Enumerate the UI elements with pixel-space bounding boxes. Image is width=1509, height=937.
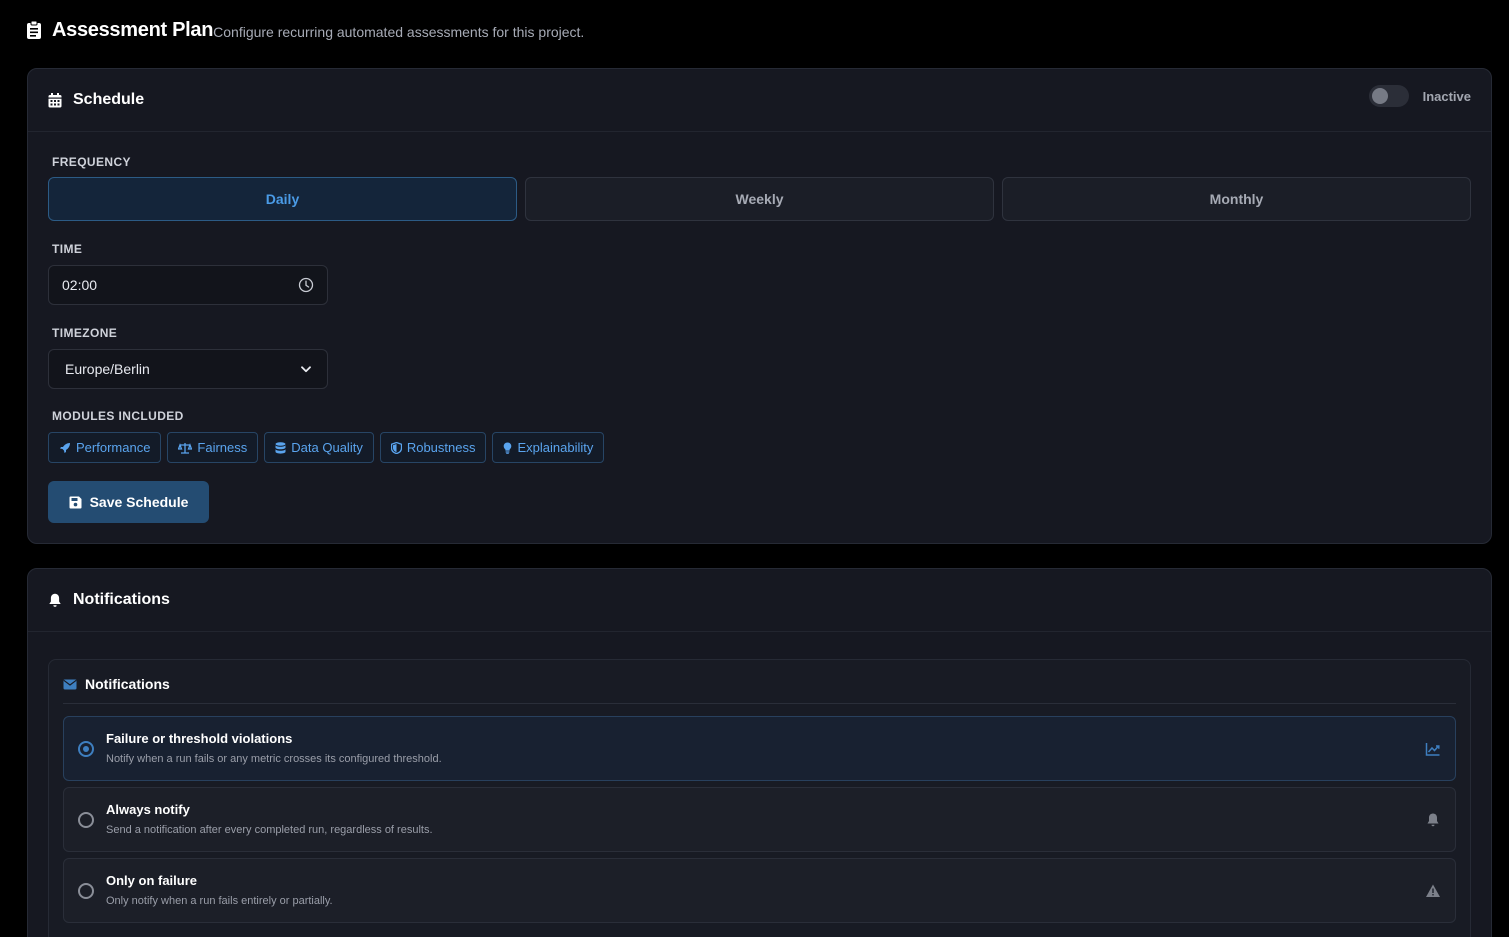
clipboard-icon [27,20,41,39]
notifications-card: Notifications Notifications Failure or t… [27,568,1492,937]
save-button-label: Save Schedule [89,494,189,510]
chart-line-icon [1425,743,1440,756]
radio-button[interactable] [78,883,94,899]
bell-icon [49,593,61,607]
module-label: Data Quality [291,440,363,455]
schedule-title: Schedule [73,91,145,108]
page-title: Assessment Plan [52,18,214,41]
timezone-value: Europe/Berlin [65,361,150,377]
modules-list: Performance Fairness Data Quality Robust… [48,432,605,463]
module-label: Performance [76,440,151,455]
time-value: 02:00 [62,277,98,293]
frequency-selector: Daily Weekly Monthly [48,177,1471,221]
shield-icon [390,441,402,454]
warning-icon [1426,884,1440,897]
module-label: Robustness [406,440,476,455]
active-toggle[interactable] [1368,85,1409,107]
timezone-label: TIMEZONE [52,326,118,340]
module-chip-data-quality[interactable]: Data Quality [264,432,374,463]
time-input[interactable]: 02:00 [48,265,328,305]
frequency-weekly-button[interactable]: Weekly [525,177,994,221]
floppy-disk-icon [69,496,82,508]
notify-option-only-failure[interactable]: Only on failure Only notify when a run f… [63,858,1456,923]
schedule-header: Schedule Inactive [28,69,1491,132]
rocket-icon [60,442,70,453]
frequency-daily-button[interactable]: Daily [48,177,517,221]
clock-icon[interactable] [298,277,314,293]
option-description: Send a notification after every complete… [106,824,433,836]
schedule-card: Schedule Inactive FREQUENCY Daily Weekly… [27,68,1492,544]
radio-button[interactable] [78,741,94,757]
scale-icon [178,442,193,454]
save-schedule-button[interactable]: Save Schedule [48,481,209,523]
notifications-title: Notifications [73,591,170,608]
module-label: Fairness [197,440,248,455]
bell-icon [1427,813,1439,827]
divider [63,703,1456,704]
chevron-down-icon [301,365,311,372]
notification-panel-title: Notifications [85,676,170,692]
envelope-icon [63,679,77,689]
frequency-label: FREQUENCY [52,155,131,169]
toggle-knob [1371,88,1388,104]
option-description: Notify when a run fails or any metric cr… [106,753,442,765]
notify-option-always[interactable]: Always notify Send a notification after … [63,787,1456,852]
notification-panel-header: Notifications [63,676,170,692]
module-chip-explainability[interactable]: Explainability [492,432,605,463]
timezone-select[interactable]: Europe/Berlin [48,349,328,389]
active-toggle-group: Inactive [1368,85,1471,107]
lightbulb-icon [504,442,512,454]
module-chip-performance[interactable]: Performance [48,432,162,463]
page-subtitle: Configure recurring automated assessment… [213,24,585,40]
calendar-icon [48,92,62,107]
module-label: Explainability [517,440,594,455]
notify-option-failure-or-threshold[interactable]: Failure or threshold violations Notify w… [63,716,1456,781]
option-title: Always notify [106,802,190,817]
radio-button[interactable] [78,812,94,828]
toggle-status-label: Inactive [1422,88,1471,104]
option-title: Failure or threshold violations [106,731,293,746]
module-chip-robustness[interactable]: Robustness [379,432,487,463]
notification-settings-panel: Notifications Failure or threshold viola… [48,659,1471,937]
database-icon [275,441,286,454]
frequency-monthly-button[interactable]: Monthly [1002,177,1471,221]
option-description: Only notify when a run fails entirely or… [106,895,333,907]
module-chip-fairness[interactable]: Fairness [167,432,259,463]
page-header: Assessment Plan Configure recurring auto… [26,16,584,44]
modules-label: MODULES INCLUDED [52,409,184,423]
time-label: TIME [52,242,83,256]
notifications-header: Notifications [28,569,1491,632]
option-title: Only on failure [106,873,198,888]
